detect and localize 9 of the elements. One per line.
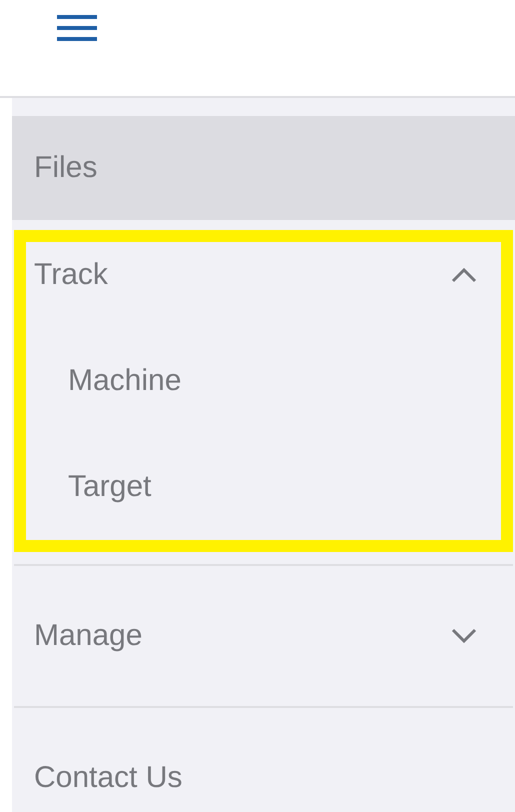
menu-button[interactable]	[57, 14, 97, 42]
nav-item[interactable]: Contact Us	[12, 726, 515, 812]
chevron-down-icon	[451, 628, 477, 644]
nav-subitem[interactable]: Machine	[26, 331, 501, 431]
nav-group-header[interactable]: Manage	[14, 566, 513, 706]
chevron-up-icon	[451, 267, 477, 283]
nav-item[interactable]: Files	[12, 116, 515, 220]
nav-subitem[interactable]: Target	[26, 437, 501, 537]
nav-group-header[interactable]: Track	[26, 242, 501, 308]
